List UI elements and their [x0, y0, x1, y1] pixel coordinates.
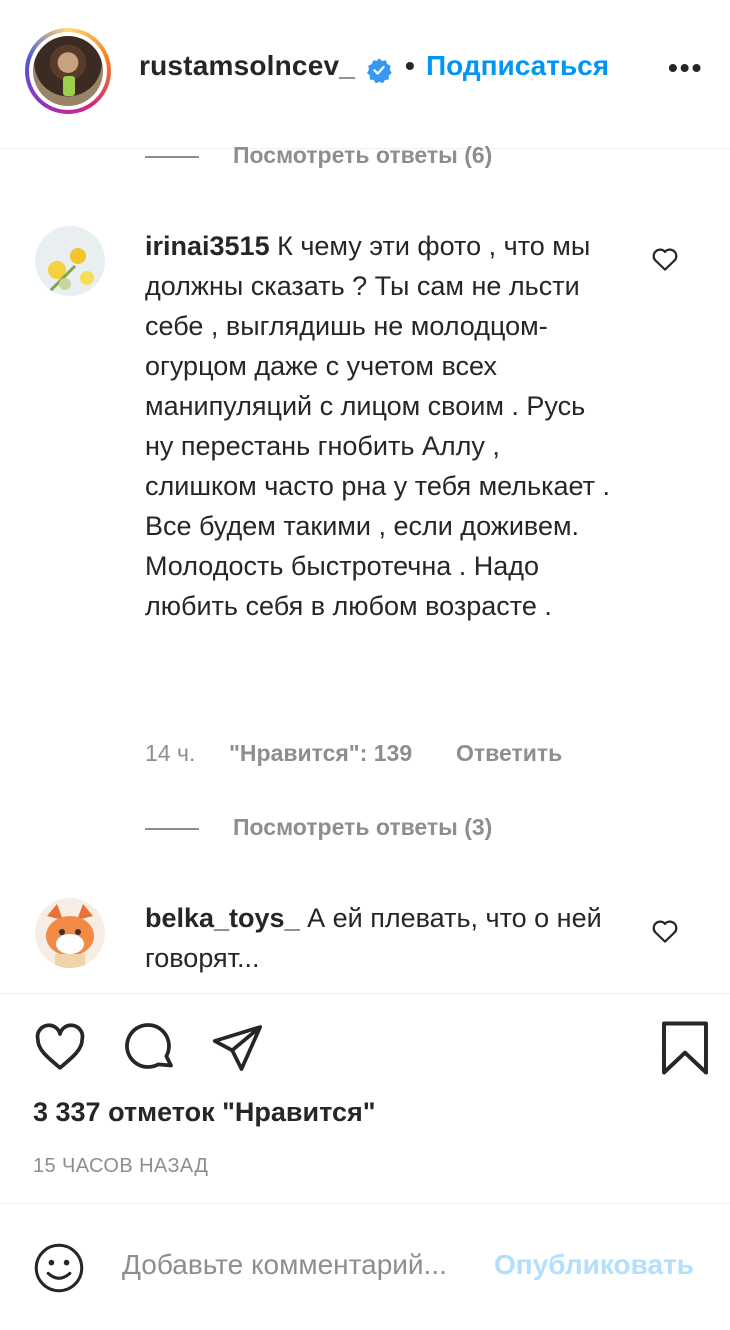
comment-input[interactable]: Добавьте комментарий... [122, 1249, 447, 1281]
likes-count[interactable]: 3 337 отметок "Нравится" [33, 1097, 376, 1128]
share-icon[interactable] [210, 1020, 266, 1076]
comment-username[interactable]: belka_toys_ [145, 903, 300, 933]
bookmark-icon[interactable] [657, 1020, 713, 1076]
author-username[interactable]: rustamsolncev_ [139, 50, 355, 82]
verified-icon [366, 58, 392, 83]
more-options-icon[interactable]: ••• [668, 52, 703, 84]
commenter-avatar[interactable] [35, 898, 105, 968]
heart-icon[interactable] [32, 1020, 88, 1076]
author-avatar[interactable] [25, 28, 111, 114]
emoji-icon[interactable] [33, 1242, 85, 1294]
view-replies-button[interactable]: Посмотреть ответы (3) [233, 814, 492, 841]
view-replies-button[interactable]: Посмотреть ответы (6) [233, 142, 492, 169]
comment-input-row: Добавьте комментарий... Опубликовать [0, 1203, 730, 1330]
replies-divider [145, 828, 199, 830]
comment-body: К чему эти фото , что мы должны сказать … [145, 231, 610, 621]
comment-likes[interactable]: "Нравится": 139 [229, 740, 412, 767]
like-comment-icon[interactable] [650, 244, 680, 274]
separator-dot: • [405, 50, 415, 81]
commenter-avatar[interactable] [35, 226, 105, 296]
like-comment-icon[interactable] [650, 916, 680, 946]
comment-time: 14 ч. [145, 740, 196, 766]
posted-time: 15 ЧАСОВ НАЗАД [33, 1155, 209, 1177]
publish-button[interactable]: Опубликовать [494, 1249, 694, 1281]
comment-icon[interactable] [122, 1020, 178, 1076]
comment-username[interactable]: irinai3515 [145, 231, 270, 261]
follow-button[interactable]: Подписаться [426, 50, 609, 82]
replies-divider [145, 156, 199, 158]
comment-text: belka_toys_ А ей плевать, что о ней гово… [145, 898, 615, 978]
reply-button[interactable]: Ответить [456, 740, 562, 767]
post-header: rustamsolncev_ • Подписаться ••• [0, 0, 730, 149]
comment-text: irinai3515 К чему эти фото , что мы долж… [145, 226, 615, 626]
actions-divider [0, 993, 730, 994]
